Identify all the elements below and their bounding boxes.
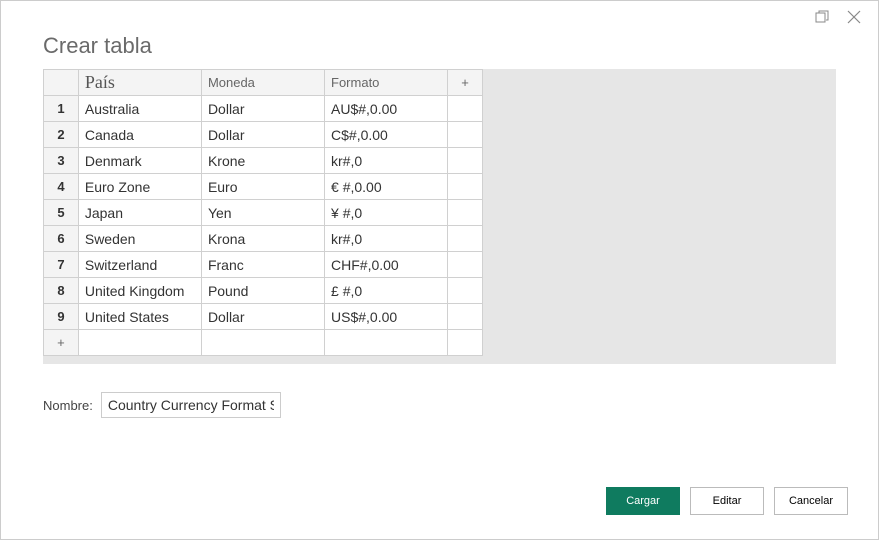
cell[interactable]: CHF#,0.00 xyxy=(325,252,448,278)
titlebar xyxy=(1,1,878,33)
table-row: 7SwitzerlandFrancCHF#,0.00 xyxy=(44,252,483,278)
cell[interactable]: Sweden xyxy=(78,226,201,252)
column-header-formato[interactable]: Formato xyxy=(325,70,448,96)
row-header[interactable]: 5 xyxy=(44,200,79,226)
cell-extra[interactable] xyxy=(448,304,483,330)
row-header[interactable]: 7 xyxy=(44,252,79,278)
row-header[interactable]: 1 xyxy=(44,96,79,122)
row-header[interactable]: 9 xyxy=(44,304,79,330)
row-header[interactable]: 2 xyxy=(44,122,79,148)
cell[interactable]: Dollar xyxy=(201,96,324,122)
data-grid-body: 1AustraliaDollarAU$#,0.002CanadaDollarC$… xyxy=(44,96,483,356)
cell[interactable]: Dollar xyxy=(201,304,324,330)
dialog-footer: Cargar Editar Cancelar xyxy=(1,467,878,539)
cell[interactable]: Yen xyxy=(201,200,324,226)
cell[interactable]: Australia xyxy=(78,96,201,122)
create-table-dialog: Crear tabla País Moneda Formato + 1Austr… xyxy=(0,0,879,540)
cell[interactable]: Franc xyxy=(201,252,324,278)
cell[interactable]: £ #,0 xyxy=(325,278,448,304)
row-header[interactable]: 3 xyxy=(44,148,79,174)
column-header-moneda[interactable]: Moneda xyxy=(201,70,324,96)
name-label: Nombre: xyxy=(43,398,93,413)
add-column-button[interactable]: + xyxy=(448,70,483,96)
cell[interactable]: United States xyxy=(78,304,201,330)
cell[interactable]: Canada xyxy=(78,122,201,148)
cell-extra[interactable] xyxy=(448,96,483,122)
cell[interactable]: Euro xyxy=(201,174,324,200)
column-header-pais[interactable]: País xyxy=(78,70,201,96)
name-input[interactable] xyxy=(101,392,281,418)
cell-extra[interactable] xyxy=(448,122,483,148)
table-row: 2CanadaDollarC$#,0.00 xyxy=(44,122,483,148)
cell[interactable]: kr#,0 xyxy=(325,226,448,252)
cell-extra[interactable] xyxy=(448,278,483,304)
load-button[interactable]: Cargar xyxy=(606,487,680,515)
cell[interactable]: Japan xyxy=(78,200,201,226)
close-button[interactable] xyxy=(838,1,870,33)
cell-empty[interactable] xyxy=(325,330,448,356)
cell[interactable]: Euro Zone xyxy=(78,174,201,200)
cell[interactable]: Krona xyxy=(201,226,324,252)
add-row: + xyxy=(44,330,483,356)
cell[interactable]: kr#,0 xyxy=(325,148,448,174)
restore-button[interactable] xyxy=(806,1,838,33)
cell-empty[interactable] xyxy=(78,330,201,356)
row-header[interactable]: 6 xyxy=(44,226,79,252)
cell[interactable]: Dollar xyxy=(201,122,324,148)
table-row: 8United KingdomPound£ #,0 xyxy=(44,278,483,304)
header-row: País Moneda Formato + xyxy=(44,70,483,96)
cell[interactable]: United Kingdom xyxy=(78,278,201,304)
cell-extra[interactable] xyxy=(448,174,483,200)
cell[interactable]: € #,0.00 xyxy=(325,174,448,200)
cell[interactable]: Pound xyxy=(201,278,324,304)
cell-extra[interactable] xyxy=(448,252,483,278)
table-row: 4Euro ZoneEuro€ #,0.00 xyxy=(44,174,483,200)
cell[interactable]: Switzerland xyxy=(78,252,201,278)
table-row: 5JapanYen¥ #,0 xyxy=(44,200,483,226)
cell-extra[interactable] xyxy=(448,148,483,174)
name-row: Nombre: xyxy=(43,392,836,418)
cell-extra[interactable] xyxy=(448,200,483,226)
header-corner xyxy=(44,70,79,96)
cell[interactable]: Krone xyxy=(201,148,324,174)
cell-empty[interactable] xyxy=(201,330,324,356)
dialog-content: País Moneda Formato + 1AustraliaDollarAU… xyxy=(1,69,878,467)
cell[interactable]: ¥ #,0 xyxy=(325,200,448,226)
edit-button[interactable]: Editar xyxy=(690,487,764,515)
data-grid-container: País Moneda Formato + 1AustraliaDollarAU… xyxy=(43,69,836,364)
cell-empty[interactable] xyxy=(448,330,483,356)
row-header[interactable]: 8 xyxy=(44,278,79,304)
cell[interactable]: C$#,0.00 xyxy=(325,122,448,148)
cancel-button[interactable]: Cancelar xyxy=(774,487,848,515)
dialog-title: Crear tabla xyxy=(1,33,878,69)
data-grid[interactable]: País Moneda Formato + 1AustraliaDollarAU… xyxy=(43,69,483,356)
table-row: 3DenmarkKronekr#,0 xyxy=(44,148,483,174)
add-row-button[interactable]: + xyxy=(44,330,79,356)
restore-icon xyxy=(815,10,829,24)
cell-extra[interactable] xyxy=(448,226,483,252)
cell[interactable]: US$#,0.00 xyxy=(325,304,448,330)
close-icon xyxy=(847,10,861,24)
table-row: 1AustraliaDollarAU$#,0.00 xyxy=(44,96,483,122)
cell[interactable]: AU$#,0.00 xyxy=(325,96,448,122)
table-row: 6SwedenKronakr#,0 xyxy=(44,226,483,252)
table-row: 9United StatesDollarUS$#,0.00 xyxy=(44,304,483,330)
cell[interactable]: Denmark xyxy=(78,148,201,174)
row-header[interactable]: 4 xyxy=(44,174,79,200)
